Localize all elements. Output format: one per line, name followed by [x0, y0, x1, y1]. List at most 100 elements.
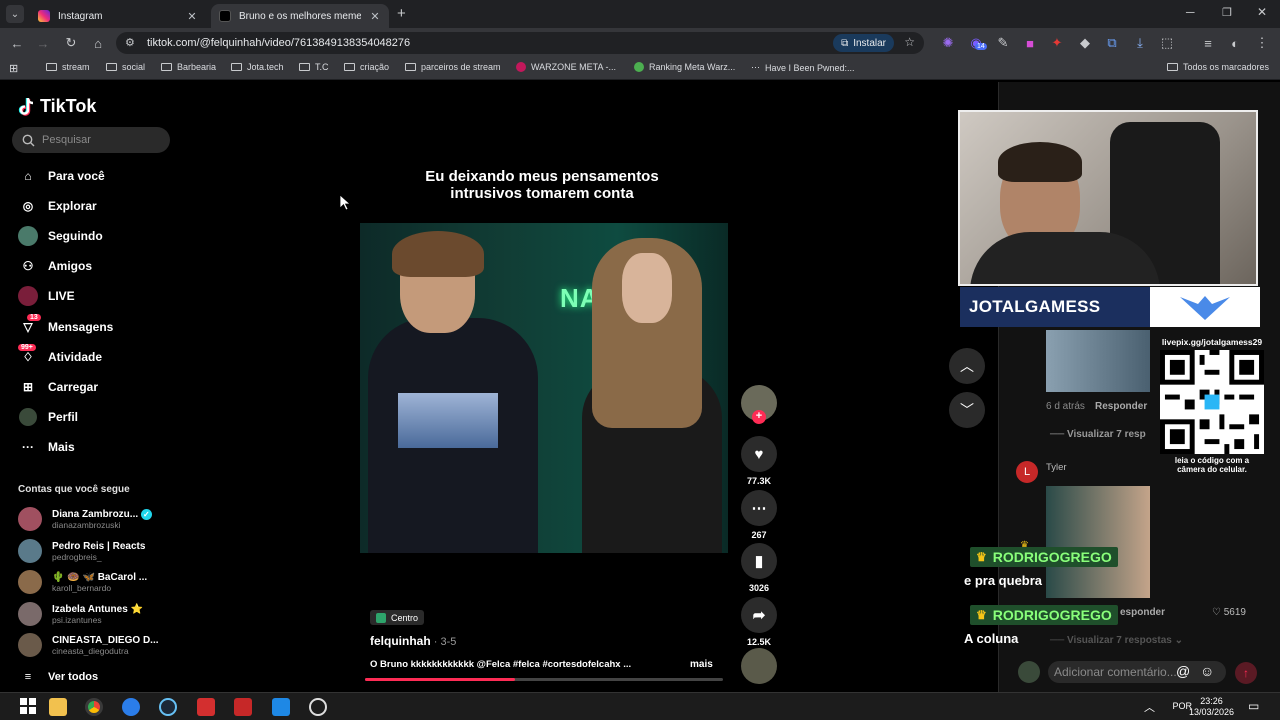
extensions-puzzle-icon[interactable]: ⬚ — [1158, 34, 1176, 52]
close-icon[interactable]: ✕ — [369, 10, 381, 23]
comment-username[interactable]: Tyler — [1046, 462, 1067, 473]
share-button[interactable]: ➦ 12.5K — [740, 597, 778, 647]
nav-mais[interactable]: ··· Mais — [18, 436, 75, 458]
extension-red-icon[interactable]: ✦ — [1048, 34, 1066, 52]
account-item[interactable]: Pedro Reis | Reacts pedrogbreis_ — [18, 538, 145, 564]
comment-like[interactable]: ♡ 5619 — [1212, 607, 1246, 618]
tab-tiktok-video[interactable]: Bruno e os melhores memes de ✕ — [211, 4, 389, 28]
bookmark-criacao[interactable]: criação — [344, 62, 389, 72]
eyedropper-icon[interactable]: ✎ — [994, 34, 1012, 52]
nav-seguindo[interactable]: Seguindo — [18, 225, 103, 247]
creator-avatar-button[interactable]: + — [740, 385, 778, 425]
address-bar[interactable]: ⚙ tiktok.com/@felquinhah/video/761384913… — [116, 32, 924, 54]
file-explorer-icon[interactable] — [49, 698, 67, 716]
bookmark-parceiros[interactable]: parceiros de stream — [405, 62, 501, 72]
previous-video-button[interactable]: ︿ — [949, 348, 985, 384]
tiktok-logo[interactable]: TikTok — [18, 96, 96, 117]
restore-button[interactable]: ❐ — [1222, 6, 1232, 19]
home-icon[interactable]: ⌂ — [89, 34, 107, 52]
bookmark-ranking-meta[interactable]: Ranking Meta Warz... — [634, 62, 735, 72]
app-blue-icon[interactable] — [122, 698, 140, 716]
new-tab-button[interactable]: + — [397, 5, 406, 22]
bookmark-barbearia[interactable]: Barbearia — [161, 62, 216, 72]
video-player[interactable]: NANÁ — [360, 223, 728, 553]
notification-icon[interactable]: ▭ — [1248, 699, 1259, 713]
video-author[interactable]: felquinhah · 3-5 — [370, 634, 456, 648]
reading-list-icon[interactable]: ≡ — [1199, 34, 1217, 52]
account-item[interactable]: Izabela Antunes ⭐ psi.izantunes — [18, 601, 143, 627]
reply-button[interactable]: Responder — [1095, 401, 1147, 412]
back-icon[interactable]: ← — [8, 34, 26, 52]
friends-icon: ⚇ — [22, 259, 34, 273]
nav-para-voce[interactable]: ⌂ Para você — [18, 165, 104, 187]
next-video-button[interactable]: ﹀ — [949, 392, 985, 428]
bookmark-social[interactable]: social — [106, 62, 145, 72]
nav-amigos[interactable]: ⚇ Amigos — [18, 255, 92, 277]
extension-badge-icon[interactable]: ◉ 14 — [967, 34, 987, 52]
nav-explorar[interactable]: ◎ Explorar — [18, 195, 97, 217]
save-button[interactable]: ▮ 3026 — [740, 543, 778, 593]
app-blue2-icon[interactable] — [272, 698, 290, 716]
tab-instagram[interactable]: Instagram ✕ — [30, 4, 206, 28]
music-disc-button[interactable] — [740, 648, 778, 688]
qr-caption: leia o código com a câmera do celular. — [1174, 456, 1250, 474]
video-progress-bar[interactable] — [365, 678, 723, 681]
nav-perfil[interactable]: Perfil — [18, 406, 78, 428]
chrome-icon[interactable] — [85, 698, 103, 716]
extension-purple-icon[interactable]: ✺ — [939, 34, 957, 52]
all-bookmarks[interactable]: Todos os marcadores — [1167, 62, 1269, 72]
bookmark-jotatech[interactable]: Jota.tech — [231, 62, 284, 72]
nav-carregar[interactable]: ⊞ Carregar — [18, 376, 98, 398]
search-input[interactable]: Pesquisar — [12, 127, 170, 153]
nav-live[interactable]: LIVE — [18, 285, 75, 307]
download-icon[interactable]: ⤓ — [1131, 34, 1149, 52]
comment-button[interactable]: ⋯ 267 — [740, 490, 778, 540]
account-item[interactable]: Diana Zambrozu... ✓ dianazambrozuski — [18, 506, 152, 532]
location-tag[interactable]: Centro — [370, 610, 425, 625]
apps-grid-icon[interactable]: ⊞ — [9, 62, 18, 75]
app-red2-icon[interactable] — [234, 698, 252, 716]
url-text[interactable]: tiktok.com/@felquinhah/video/76138491383… — [147, 37, 410, 49]
bookmark-tc[interactable]: T.C — [299, 62, 329, 72]
mention-icon[interactable]: @ — [1176, 663, 1190, 679]
view-replies-button[interactable]: ── Visualizar 7 resp — [1050, 429, 1146, 440]
nav-atividade[interactable]: ♢ 99+ Atividade — [18, 344, 102, 368]
clock[interactable]: 23:26 13/03/2026 — [1189, 696, 1234, 718]
bookmark-label: parceiros de stream — [421, 62, 501, 72]
app-gray-icon[interactable] — [309, 698, 327, 716]
extension-diamond-icon[interactable]: ◆ — [1076, 34, 1094, 52]
like-button[interactable]: ♥ 77.3K — [740, 436, 778, 486]
account-item[interactable]: 🌵 🍩 🦋 BaCarol ... karoll_bernardo — [18, 569, 147, 595]
bookmark-label: Barbearia — [177, 62, 217, 72]
emoji-icon[interactable]: ☺ — [1200, 663, 1214, 679]
minimize-button[interactable]: ─ — [1186, 5, 1195, 19]
more-button[interactable]: mais — [690, 659, 713, 670]
bookmark-haveibeenpwned[interactable]: ⋯ Have I Been Pwned:... — [751, 62, 855, 73]
bookmark-star-icon[interactable]: ☆ — [904, 35, 915, 49]
profile-avatar-icon[interactable]: ◐ — [1226, 34, 1244, 52]
close-icon[interactable]: ✕ — [186, 10, 198, 23]
close-window-button[interactable]: ✕ — [1257, 5, 1267, 19]
account-item[interactable]: CINEASTA_DIEGO D... cineasta_diegodutra — [18, 632, 159, 658]
install-app-button[interactable]: ⧉ Instalar — [833, 34, 894, 52]
translate-icon[interactable]: ⧉ — [1103, 34, 1121, 52]
menu-kebab-icon[interactable]: ⋮ — [1253, 34, 1271, 52]
windows-start-icon[interactable] — [20, 698, 38, 716]
tray-chevron-icon[interactable]: ︿ — [1144, 699, 1155, 715]
extension-pink-icon[interactable]: ■ — [1021, 34, 1039, 52]
see-all-accounts[interactable]: ≡ Ver todos — [18, 666, 98, 688]
forward-icon[interactable]: → — [34, 34, 52, 52]
view-replies-button[interactable]: ── Visualizar 7 respostas ⌄ — [1050, 635, 1183, 646]
app-red-icon[interactable] — [197, 698, 215, 716]
steam-icon[interactable] — [159, 698, 177, 716]
bookmark-stream[interactable]: stream — [46, 62, 90, 72]
follow-plus-icon[interactable]: + — [752, 410, 766, 424]
bookmark-warzone-meta[interactable]: WARZONE META -... — [516, 62, 616, 72]
send-comment-button[interactable]: ↑ — [1235, 662, 1257, 684]
tab-search-button[interactable]: ⌄ — [6, 5, 24, 23]
reply-button[interactable]: esponder — [1120, 607, 1165, 618]
nav-mensagens[interactable]: ▽ 13 Mensagens — [18, 314, 113, 338]
site-info-icon[interactable]: ⚙ — [125, 36, 135, 49]
author-name[interactable]: felquinhah — [370, 634, 431, 648]
reload-icon[interactable]: ↻ — [62, 34, 80, 52]
